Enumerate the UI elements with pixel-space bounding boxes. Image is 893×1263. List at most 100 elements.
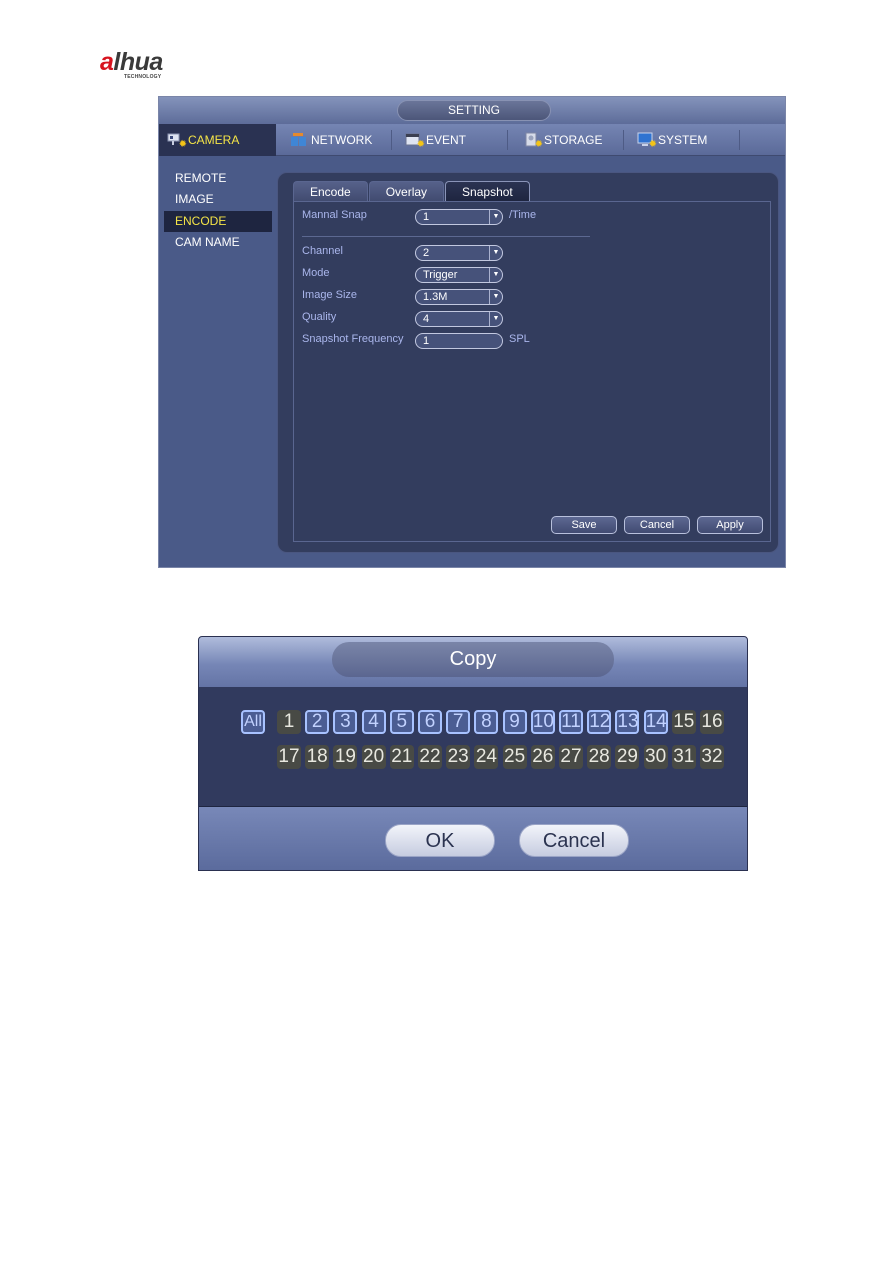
menu-camera-label: CAMERA [188, 133, 240, 147]
channel-checkbox-8[interactable]: 8 [474, 710, 499, 734]
chevron-down-icon[interactable]: ▼ [489, 246, 502, 260]
apply-button[interactable]: Apply [697, 516, 763, 534]
image-size-dropdown[interactable]: 1.3M ▼ [415, 289, 503, 305]
cancel-button[interactable]: Cancel [624, 516, 690, 534]
channel-checkbox-32[interactable]: 32 [700, 745, 724, 769]
menu-system[interactable]: ✹ SYSTEM [629, 124, 737, 156]
camera-icon: ✹ [167, 132, 187, 150]
tab-encode[interactable]: Encode [293, 181, 368, 201]
menu-camera[interactable]: ✹ CAMERA [159, 124, 276, 156]
quality-label: Quality [302, 311, 337, 323]
channel-checkbox-5[interactable]: 5 [389, 710, 414, 734]
menu-separator [739, 130, 740, 150]
channel-checkbox-16[interactable]: 16 [700, 710, 724, 734]
channel-checkbox-18[interactable]: 18 [305, 745, 330, 769]
menu-system-label: SYSTEM [658, 133, 708, 147]
cancel-button[interactable]: Cancel [519, 824, 629, 857]
encode-content-panel: Encode Overlay Snapshot Mannal Snap 1 ▼ … [277, 172, 779, 553]
mode-dropdown[interactable]: Trigger ▼ [415, 267, 503, 283]
setting-title: SETTING [397, 100, 551, 121]
image-size-label: Image Size [302, 289, 358, 301]
channel-checkbox-20[interactable]: 20 [361, 745, 386, 769]
dahua-logo: alhua TECHNOLOGY [100, 50, 200, 84]
quality-value: 4 [423, 313, 430, 325]
event-icon: ✹ [405, 132, 425, 150]
channel-checkbox-3[interactable]: 3 [333, 710, 358, 734]
channel-checkbox-10[interactable]: 10 [530, 710, 555, 734]
tab-snapshot[interactable]: Snapshot [445, 181, 530, 201]
manual-snap-label: Mannal Snap [302, 209, 367, 221]
network-icon [290, 132, 308, 148]
setting-window: SETTING ✹ CAMERA NETWORK ✹ EVENT ✹ STORA… [158, 96, 786, 568]
channel-checkbox-24[interactable]: 24 [474, 745, 499, 769]
channel-checkbox-9[interactable]: 9 [502, 710, 527, 734]
channel-checkbox-23[interactable]: 23 [446, 745, 471, 769]
manual-snap-value: 1 [423, 211, 430, 223]
sidebar-item-cam-name[interactable]: CAM NAME [164, 232, 272, 253]
channel-checkbox-7[interactable]: 7 [446, 710, 471, 734]
channel-checkbox-14[interactable]: 14 [643, 710, 668, 734]
sidebar-item-image[interactable]: IMAGE [164, 189, 272, 210]
chevron-down-icon[interactable]: ▼ [489, 268, 502, 282]
camera-sidebar: REMOTE IMAGE ENCODE CAM NAME [159, 157, 277, 567]
chevron-down-icon[interactable]: ▼ [489, 290, 502, 304]
channel-checkbox-17[interactable]: 17 [277, 745, 301, 769]
channel-checkbox-4[interactable]: 4 [361, 710, 386, 734]
system-icon: ✹ [637, 132, 657, 150]
save-button[interactable]: Save [551, 516, 617, 534]
quality-dropdown[interactable]: 4 ▼ [415, 311, 503, 327]
channel-checkbox-26[interactable]: 26 [530, 745, 555, 769]
mode-label: Mode [302, 267, 330, 279]
menu-separator [507, 130, 508, 150]
channel-checkbox-31[interactable]: 31 [671, 745, 696, 769]
main-menu-bar: ✹ CAMERA NETWORK ✹ EVENT ✹ STORAGE ✹ SYS… [159, 124, 785, 156]
menu-storage[interactable]: ✹ STORAGE [515, 124, 623, 156]
chevron-down-icon[interactable]: ▼ [489, 312, 502, 326]
channel-checkbox-1[interactable]: 1 [277, 710, 301, 734]
manual-snap-unit: /Time [509, 209, 537, 221]
menu-event[interactable]: ✹ EVENT [397, 124, 505, 156]
menu-separator [623, 130, 624, 150]
snapshot-tab-body: Mannal Snap 1 ▼ /Time Channel 2 ▼ Mode T… [293, 201, 771, 542]
storage-icon: ✹ [523, 132, 543, 150]
menu-separator [391, 130, 392, 150]
menu-network-label: NETWORK [311, 133, 373, 147]
channel-selection-area: All 1 2 3 4 5 6 7 8 9 10 11 12 13 14 15 16 17 18 19 20 21 22 2… [199, 687, 747, 806]
logo-wordmark: alhua [100, 48, 200, 76]
select-all-checkbox[interactable]: All [241, 710, 265, 734]
channel-value: 2 [423, 247, 430, 259]
form-divider [302, 236, 590, 237]
chevron-down-icon[interactable]: ▼ [489, 210, 502, 224]
sidebar-item-remote[interactable]: REMOTE [164, 168, 272, 189]
copy-dialog-footer: OK Cancel [199, 806, 747, 870]
ok-button[interactable]: OK [385, 824, 495, 857]
logo-rest: lhua [113, 48, 163, 76]
channel-checkbox-2[interactable]: 2 [305, 710, 330, 734]
channel-checkbox-13[interactable]: 13 [615, 710, 640, 734]
channel-checkbox-11[interactable]: 11 [559, 710, 583, 734]
channel-label: Channel [302, 245, 343, 257]
setting-titlebar: SETTING [159, 97, 785, 124]
mode-value: Trigger [423, 269, 458, 281]
tab-overlay[interactable]: Overlay [368, 181, 445, 201]
channel-checkbox-27[interactable]: 27 [559, 745, 583, 769]
manual-snap-dropdown[interactable]: 1 ▼ [415, 209, 503, 225]
channel-checkbox-29[interactable]: 29 [615, 745, 640, 769]
channel-checkbox-30[interactable]: 30 [643, 745, 668, 769]
logo-a: a [100, 48, 114, 76]
snapshot-frequency-input[interactable]: 1 [415, 333, 503, 349]
channel-checkbox-6[interactable]: 6 [418, 710, 442, 734]
channel-checkbox-19[interactable]: 19 [333, 745, 358, 769]
channel-dropdown[interactable]: 2 ▼ [415, 245, 503, 261]
image-size-value: 1.3M [423, 291, 448, 303]
copy-dialog-title: Copy [332, 642, 614, 677]
sidebar-item-encode[interactable]: ENCODE [164, 211, 272, 232]
channel-checkbox-22[interactable]: 22 [418, 745, 442, 769]
menu-network[interactable]: NETWORK [282, 124, 390, 156]
channel-checkbox-21[interactable]: 21 [389, 745, 414, 769]
snapshot-frequency-label: Snapshot Frequency [302, 333, 404, 345]
channel-checkbox-28[interactable]: 28 [587, 745, 612, 769]
channel-checkbox-12[interactable]: 12 [587, 710, 612, 734]
channel-checkbox-25[interactable]: 25 [502, 745, 527, 769]
channel-checkbox-15[interactable]: 15 [671, 710, 696, 734]
